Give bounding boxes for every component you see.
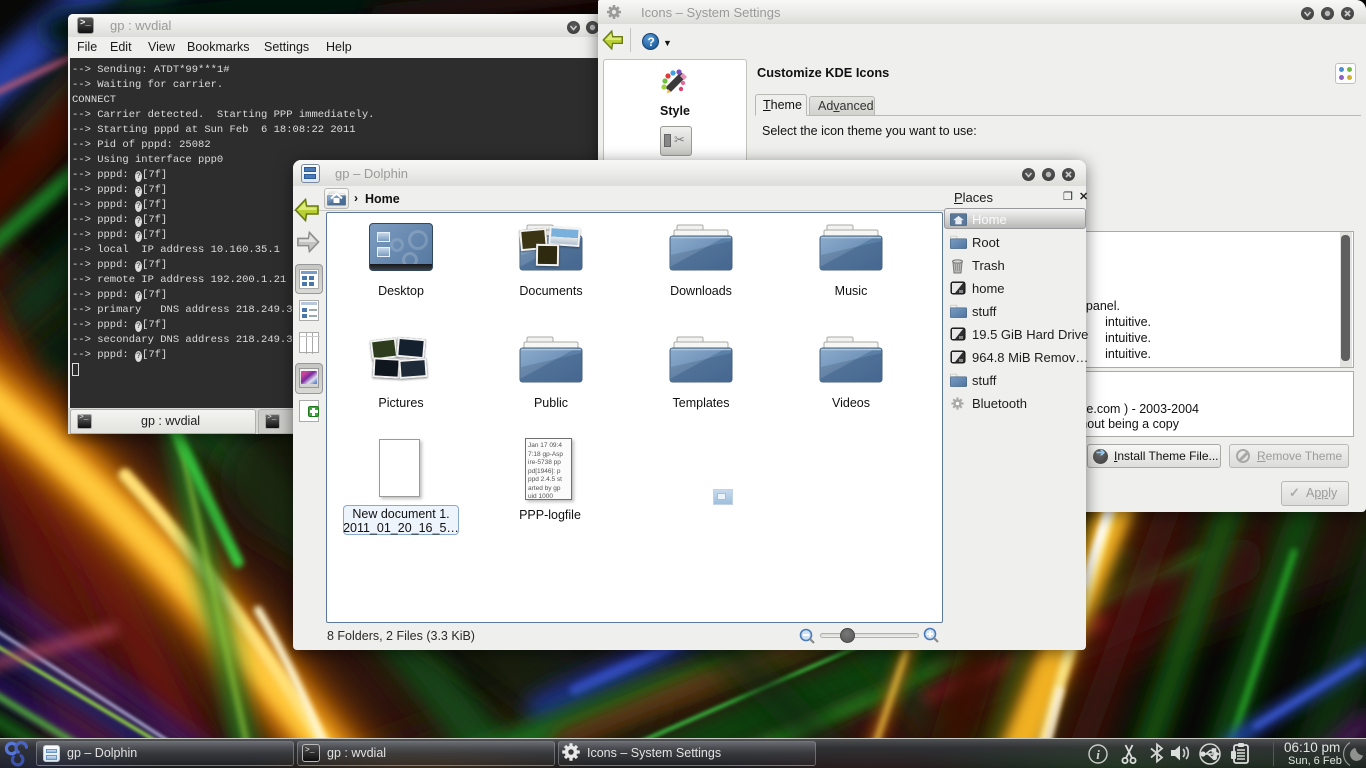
svg-text:i: i: [1096, 747, 1100, 762]
